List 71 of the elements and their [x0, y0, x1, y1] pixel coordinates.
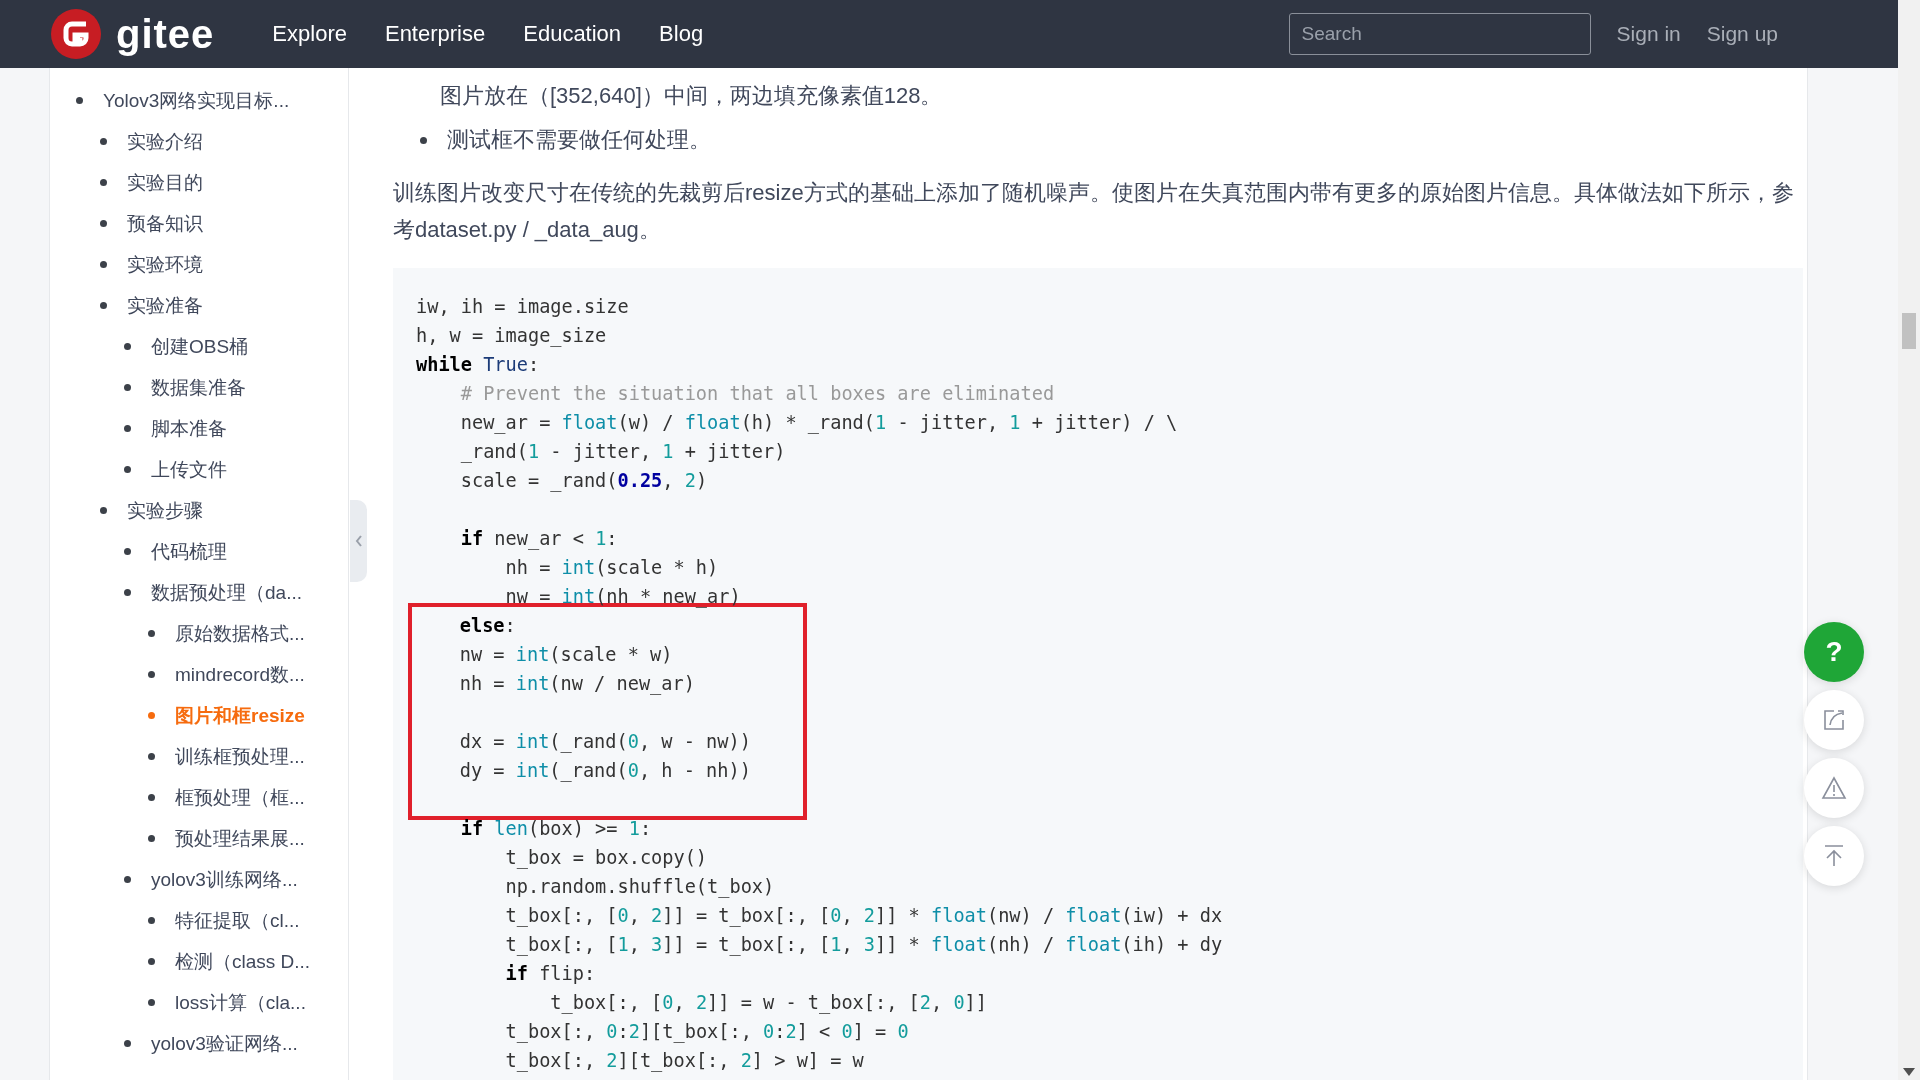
outline-link[interactable]: mindrecord数... [175, 661, 305, 688]
scroll-down-icon[interactable] [1903, 1068, 1915, 1076]
code-line: if new_ar < 1: [459, 527, 619, 552]
logo-text[interactable]: gitee [116, 11, 215, 57]
report-button[interactable] [1804, 758, 1864, 818]
scrollbar-thumb[interactable] [1902, 313, 1916, 349]
outline-link[interactable]: 框预处理（框... [175, 784, 305, 811]
code-line: dy = int(_rand(0, h - nh)) [458, 759, 752, 784]
code-line: nh = int(scale * h) [504, 556, 720, 580]
code-line: nh = int(nw / new_ar) [458, 672, 696, 697]
outline-link[interactable]: 特征提取（cl... [175, 907, 300, 934]
logo-icon [50, 8, 102, 60]
warning-icon [1821, 776, 1847, 800]
outline-link[interactable]: loss计算（cla... [175, 989, 306, 1016]
outline-link[interactable]: 训练框预处理... [175, 743, 305, 770]
code-line: nw = int(scale * w) [458, 643, 674, 667]
outline-link[interactable]: 上传文件 [151, 456, 227, 483]
nav-link[interactable]: Education [523, 21, 622, 47]
code-line: scale = _rand(0.25, 2) [459, 469, 709, 494]
code-line: _rand(1 - jitter, 1 + jitter) [459, 440, 787, 465]
scrollbar[interactable] [1898, 0, 1920, 1080]
code-line: dx = int(_rand(0, w - nw)) [458, 730, 752, 755]
code-line: # Prevent the situation that all boxes are eliminated [459, 382, 1056, 406]
outline-link[interactable]: 实验目的 [127, 169, 203, 196]
auth-link[interactable]: Sign up [1706, 22, 1778, 46]
list-text: 测试框不需要做任何处理。 [447, 126, 711, 154]
code-line: nw = int(nh * new_ar) [504, 585, 742, 610]
code-line: t_box[:, [0, 2]] = w - t_box[:, [2, 0]] [549, 991, 988, 1016]
code-line: else: [458, 614, 517, 638]
paragraph: 训练图片改变尺寸在传统的先裁剪后resize方式的基础上添加了随机噪声。使图片在失真范围内带有更多的原始图片信息。具体做法如下所示，参考dataset.py / _data_aug。 [393, 179, 1795, 244]
code-line: t_box[:, 0:2][t_box[:, 0:2] < 0] = 0 [504, 1020, 910, 1045]
outline-link[interactable]: 代码梳理 [151, 538, 227, 565]
nav-link[interactable]: Enterprise [384, 21, 486, 47]
code-line: while True: [416, 353, 541, 377]
nav-link[interactable]: Blog [659, 21, 704, 47]
outline-link[interactable]: 预处理结果展... [175, 825, 305, 852]
outline-link[interactable]: 实验介绍 [127, 128, 203, 155]
code-line: h, w = image_size [416, 324, 608, 349]
search-field[interactable]: Search [1288, 13, 1591, 55]
outline-link[interactable]: 脚本准备 [151, 415, 227, 442]
top-button[interactable] [1804, 826, 1864, 886]
outline-link[interactable]: 实验准备 [127, 292, 203, 319]
outline-link[interactable]: 预备知识 [127, 210, 203, 237]
outline-link[interactable]: yolov3验证网络... [151, 1030, 298, 1057]
code-line: t_box = box.copy() [504, 846, 709, 871]
collapse-handle[interactable] [350, 500, 367, 582]
bullet-icon [420, 136, 427, 144]
outline-link[interactable]: 检测（class D... [175, 948, 311, 975]
share-button[interactable] [1804, 690, 1864, 750]
outline-link[interactable]: 数据集准备 [151, 374, 246, 401]
code-line: t_box[:, [0, 2]] = t_box[:, [0, 2]] * float(nw) / float(iw) + dx [504, 904, 1224, 929]
outline-link[interactable]: 实验环境 [127, 251, 203, 278]
chevron-left-icon [354, 535, 363, 547]
auth-link[interactable]: Sign in [1616, 22, 1681, 46]
code-line: t_box[:, 2][t_box[:, 2] > w] = w [504, 1049, 865, 1074]
code-line: if len(box) >= 1: [459, 817, 653, 841]
outline-link[interactable]: 数据预处理（da... [151, 579, 302, 606]
code-line: if flip: [504, 962, 597, 986]
nav-link[interactable]: Explore [272, 21, 347, 47]
outline-link[interactable]: yolov3训练网络... [151, 866, 298, 893]
code-line: new_ar = float(w) / float(h) * _rand(1 - jitter, 1 + jitter) / \ [459, 411, 1179, 436]
list-text: 图片放在（[352,640]）中间，两边填充像素值128。 [440, 82, 944, 110]
back-to-top-icon [1823, 844, 1845, 868]
outline-link[interactable]: 实验步骤 [127, 497, 203, 524]
code-line: t_box[:, [1, 3]] = t_box[:, [1, 3]] * float(nh) / float(ih) + dy [504, 933, 1224, 958]
code-line: np.random.shuffle(t_box) [504, 875, 776, 900]
outline-link[interactable]: 原始数据格式... [175, 620, 305, 647]
outline-link[interactable]: 创建OBS桶 [151, 333, 249, 360]
outline-link[interactable]: Yolov3网络实现目标... [103, 87, 290, 114]
share-icon [1822, 708, 1846, 732]
code-line: iw, ih = image.size [416, 295, 630, 319]
